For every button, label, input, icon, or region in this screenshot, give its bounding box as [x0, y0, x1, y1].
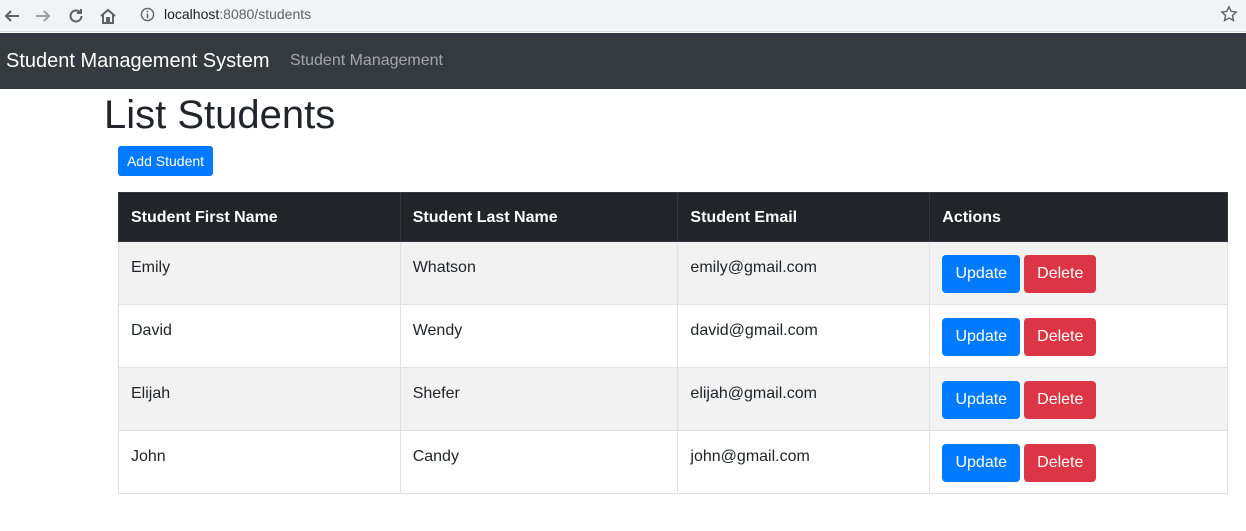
cell-actions: Update Delete — [929, 367, 1228, 431]
add-student-button[interactable]: Add Student — [118, 146, 213, 176]
forward-button[interactable] — [31, 4, 55, 28]
info-icon[interactable] — [140, 7, 155, 22]
cell-last-name: Whatson — [399, 241, 679, 305]
cell-actions: Update Delete — [929, 430, 1228, 494]
update-button[interactable]: Update — [942, 381, 1021, 419]
home-icon — [100, 8, 116, 24]
cell-first-name: David — [118, 304, 401, 368]
reload-button[interactable] — [64, 4, 88, 28]
cell-email: david@gmail.com — [677, 304, 931, 368]
delete-button[interactable]: Delete — [1024, 381, 1097, 419]
header-actions: Actions — [929, 192, 1228, 242]
page-title: List Students — [104, 93, 336, 137]
cell-first-name: Elijah — [118, 367, 401, 431]
delete-button[interactable]: Delete — [1024, 444, 1097, 482]
browser-toolbar: localhost:8080/students — [0, 0, 1246, 32]
cell-email: emily@gmail.com — [677, 241, 931, 305]
header-first-name: Student First Name — [118, 192, 401, 242]
update-button[interactable]: Update — [942, 444, 1021, 482]
header-last-name: Student Last Name — [399, 192, 679, 242]
url-path: :8080/students — [219, 6, 312, 22]
header-email: Student Email — [677, 192, 931, 242]
star-icon[interactable] — [1220, 5, 1238, 23]
cell-last-name: Shefer — [399, 367, 679, 431]
delete-button[interactable]: Delete — [1024, 318, 1097, 356]
cell-last-name: Wendy — [399, 304, 679, 368]
table-row: John Candy john@gmail.com Update Delete — [118, 430, 1228, 494]
cell-actions: Update Delete — [929, 241, 1228, 305]
table-header-row: Student First Name Student Last Name Stu… — [118, 192, 1228, 242]
cell-email: john@gmail.com — [677, 430, 931, 494]
arrow-left-icon — [4, 10, 19, 22]
back-button[interactable] — [0, 4, 24, 28]
cell-first-name: John — [118, 430, 401, 494]
arrow-right-icon — [36, 10, 51, 22]
table-row: Elijah Shefer elijah@gmail.com Update Del… — [118, 367, 1228, 431]
address-bar[interactable]: localhost:8080/students — [130, 1, 1246, 28]
update-button[interactable]: Update — [942, 318, 1021, 356]
navbar-brand[interactable]: Student Management System — [6, 50, 269, 73]
url-text: localhost:8080/students — [164, 6, 311, 22]
nav-link-student-management[interactable]: Student Management — [290, 52, 443, 70]
table-row: David Wendy david@gmail.com Update Delete — [118, 304, 1228, 368]
url-host: localhost — [164, 6, 220, 22]
cell-actions: Update Delete — [929, 304, 1228, 368]
app-navbar: Student Management System Student Manage… — [0, 33, 1246, 89]
delete-button[interactable]: Delete — [1024, 255, 1097, 293]
reload-icon — [69, 9, 83, 23]
update-button[interactable]: Update — [942, 255, 1021, 293]
students-table: Student First Name Student Last Name Stu… — [118, 192, 1228, 494]
home-button[interactable] — [96, 4, 120, 28]
table-row: Emily Whatson emily@gmail.com Update Dele… — [118, 241, 1228, 305]
cell-first-name: Emily — [118, 241, 401, 305]
cell-email: elijah@gmail.com — [677, 367, 931, 431]
cell-last-name: Candy — [399, 430, 679, 494]
